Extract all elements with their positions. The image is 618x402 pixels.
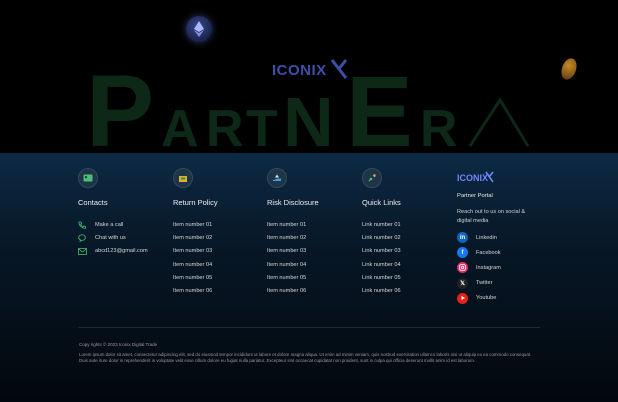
risk-item-03[interactable]: Item number 03	[267, 245, 306, 258]
page: P A R T N E R ICONIX Contacts Make a cal…	[0, 0, 618, 402]
facebook-icon: f	[457, 247, 468, 259]
quick-links-title: Quick Links	[362, 198, 401, 207]
social-instagram-label: Instagram	[476, 264, 501, 271]
hand-warning-icon	[267, 168, 287, 188]
hero-letter-p: P	[86, 54, 154, 153]
footer-divider	[78, 327, 540, 328]
risk-item-04[interactable]: Item number 04	[267, 258, 306, 271]
return-item-03[interactable]: Item number 03	[173, 245, 212, 258]
svg-text:R: R	[420, 100, 458, 153]
risk-item-05[interactable]: Item number 05	[267, 271, 306, 284]
hero-section: P A R T N E R ICONIX	[0, 0, 618, 153]
svg-text:T: T	[246, 100, 278, 153]
svg-text:E: E	[346, 56, 413, 153]
return-policy-column: Return Policy Item number 01 Item number…	[173, 168, 218, 294]
social-facebook[interactable]: f Facebook	[457, 245, 577, 260]
hero-logo: ICONIX	[272, 58, 350, 85]
svg-text:A: A	[161, 100, 199, 153]
quick-links-list: Link number 01 Link number 02 Link numbe…	[362, 218, 401, 298]
quick-link-01[interactable]: Link number 01	[362, 218, 401, 231]
return-item-06[interactable]: Item number 06	[173, 284, 212, 297]
return-box-icon	[173, 168, 193, 188]
chat-link[interactable]: Chat with us	[78, 231, 148, 244]
contacts-list: Make a call Chat with us abcd123@gmail.c…	[78, 218, 148, 258]
copyright-text: Copy rights © 2023 Iconix Digital Trade	[79, 342, 158, 347]
quick-link-04[interactable]: Link number 04	[362, 258, 401, 271]
risk-item-02[interactable]: Item number 02	[267, 231, 306, 244]
contacts-column: Contacts Make a call Chat with us abcd12…	[78, 168, 148, 255]
social-twitter-label: Twitter	[476, 280, 493, 287]
risk-item-01[interactable]: Item number 01	[267, 218, 306, 231]
social-linkedin-label: Linkedin	[476, 234, 497, 241]
instagram-icon	[457, 262, 468, 274]
social-facebook-label: Facebook	[476, 249, 501, 256]
svg-text:N: N	[283, 83, 334, 153]
quick-link-03[interactable]: Link number 03	[362, 245, 401, 258]
return-item-05[interactable]: Item number 05	[173, 271, 212, 284]
return-policy-list: Item number 01 Item number 02 Item numbe…	[173, 218, 212, 298]
return-item-04[interactable]: Item number 04	[173, 258, 212, 271]
make-call-link[interactable]: Make a call	[78, 218, 148, 231]
social-linkedin[interactable]: in Linkedin	[457, 230, 577, 245]
mail-icon	[78, 247, 89, 255]
svg-text:ICONIX: ICONIX	[457, 173, 488, 183]
contacts-title: Contacts	[78, 198, 108, 207]
link-icon	[362, 168, 382, 188]
return-item-02[interactable]: Item number 02	[173, 231, 212, 244]
social-twitter[interactable]: 𝕏 Twitter	[457, 276, 577, 291]
quick-link-02[interactable]: Link number 02	[362, 231, 401, 244]
risk-disclosure-list: Item number 01 Item number 02 Item numbe…	[267, 218, 306, 298]
return-item-01[interactable]: Item number 01	[173, 218, 212, 231]
ethereum-coin-icon	[186, 16, 212, 42]
svg-text:R: R	[206, 100, 244, 153]
x-twitter-icon: 𝕏	[457, 277, 468, 289]
make-call-label: Make a call	[95, 221, 124, 228]
portal-title: Partner Portal	[457, 193, 493, 199]
chat-bubble-icon	[78, 234, 89, 242]
social-instagram[interactable]: Instagram	[457, 260, 577, 275]
risk-disclosure-column: Risk Disclosure Item number 01 Item numb…	[267, 168, 319, 294]
risk-item-06[interactable]: Item number 06	[267, 284, 306, 297]
quick-links-column: Quick Links Link number 01 Link number 0…	[362, 168, 401, 294]
youtube-icon	[457, 292, 468, 304]
footer-disclaimer-text: Lorem ipsum dolor sit amet, consectetur …	[79, 352, 532, 364]
email-link[interactable]: abcd123@gmail.com	[78, 245, 148, 258]
chat-label: Chat with us	[95, 234, 126, 241]
quick-link-05[interactable]: Link number 05	[362, 271, 401, 284]
quick-link-06[interactable]: Link number 06	[362, 284, 401, 297]
footer-logo[interactable]: ICONIX	[457, 171, 497, 183]
contact-card-icon	[78, 168, 98, 188]
phone-icon	[78, 221, 89, 229]
social-youtube-label: Youtube	[476, 295, 497, 302]
social-list: in Linkedin f Facebook Instagram 𝕏 Twitt…	[457, 230, 577, 306]
email-label: abcd123@gmail.com	[95, 248, 148, 255]
reach-out-text: Reach out to us on social & digital medi…	[457, 209, 526, 224]
brand-column: ICONIX Partner Portal Reach out to us on…	[457, 170, 577, 306]
return-policy-title: Return Policy	[173, 198, 218, 207]
linkedin-icon: in	[457, 232, 468, 244]
risk-disclosure-title: Risk Disclosure	[267, 198, 319, 207]
hero-logo-text: ICONIX	[272, 62, 327, 79]
social-youtube[interactable]: Youtube	[457, 291, 577, 306]
